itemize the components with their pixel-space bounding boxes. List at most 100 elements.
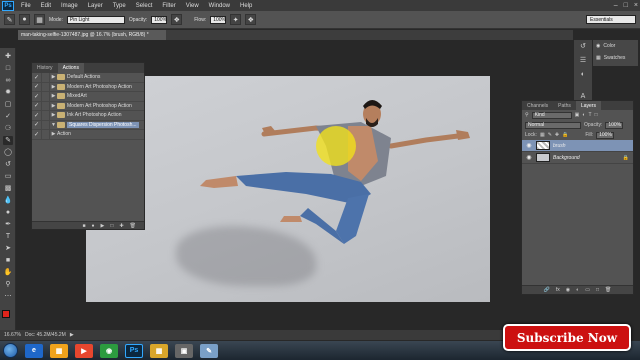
- link-layers-icon[interactable]: 🔗: [544, 287, 550, 293]
- action-set-row[interactable]: ✓ ▼ Squares Dispersion Photosh...: [32, 120, 144, 130]
- expand-triangle-icon[interactable]: ▶: [50, 131, 57, 137]
- layer-row[interactable]: ◉ brush: [522, 140, 633, 152]
- type-filter-icon[interactable]: T: [588, 112, 591, 118]
- lasso-tool-icon[interactable]: ∞: [3, 76, 13, 85]
- layer-row[interactable]: ◉ Background 🔒: [522, 152, 633, 164]
- menu-select[interactable]: Select: [131, 3, 158, 9]
- document-tab[interactable]: man-taking-selfie-1307487.jpg @ 16.7% (b…: [18, 30, 166, 40]
- checkmark-icon[interactable]: ✓: [32, 83, 41, 90]
- checkmark-icon[interactable]: ✓: [32, 102, 41, 109]
- gradient-tool-icon[interactable]: ▩: [3, 184, 13, 193]
- clone-stamp-tool-icon[interactable]: ◯: [3, 148, 13, 157]
- swatches-panel-button[interactable]: ▦ Swatches: [593, 52, 638, 64]
- subscribe-button[interactable]: Subscribe Now: [503, 324, 631, 351]
- menu-image[interactable]: Image: [56, 3, 83, 9]
- hand-tool-icon[interactable]: ✋: [3, 268, 13, 277]
- action-set-row[interactable]: ✓ ▶ Ink Art Photoshop Action: [32, 110, 144, 121]
- adjustment-layer-icon[interactable]: ◐: [576, 287, 579, 293]
- document-canvas[interactable]: [86, 76, 490, 302]
- expand-triangle-icon[interactable]: ▶: [50, 93, 57, 99]
- menu-type[interactable]: Type: [108, 3, 131, 9]
- dialog-toggle[interactable]: [41, 91, 50, 101]
- kind-filter-select[interactable]: Kind: [531, 111, 572, 119]
- status-arrow-icon[interactable]: ▶: [70, 332, 74, 338]
- checkmark-icon[interactable]: ✓: [32, 121, 41, 128]
- expand-triangle-icon[interactable]: ▶: [50, 112, 57, 118]
- eyedropper-tool-icon[interactable]: ✓: [3, 112, 13, 121]
- foreground-color-swatch[interactable]: [2, 310, 10, 318]
- new-action-icon[interactable]: ✚: [119, 223, 123, 229]
- path-select-tool-icon[interactable]: ➤: [3, 244, 13, 253]
- lock-pixels-icon[interactable]: ✎: [548, 132, 552, 138]
- brush-tool-icon[interactable]: ✎: [3, 136, 13, 145]
- dialog-toggle[interactable]: [41, 120, 50, 130]
- shape-tool-icon[interactable]: ■: [3, 256, 13, 265]
- menu-file[interactable]: File: [16, 3, 36, 9]
- delete-icon[interactable]: 🗑: [130, 223, 136, 229]
- stop-icon[interactable]: ■: [82, 223, 85, 229]
- close-icon[interactable]: ×: [634, 2, 638, 9]
- action-set-row[interactable]: ✓ ▶ Default Actions: [32, 72, 144, 83]
- folder-taskbar-icon[interactable]: ▦: [150, 343, 168, 358]
- history-panel-icon[interactable]: ↺: [578, 42, 588, 52]
- file-explorer-icon[interactable]: ▦: [50, 343, 68, 358]
- workspace-select[interactable]: Essentials: [586, 15, 636, 24]
- record-icon[interactable]: ●: [92, 223, 95, 229]
- menu-edit[interactable]: Edit: [36, 3, 56, 9]
- adjustments-panel-icon[interactable]: ◐: [578, 70, 588, 80]
- dodge-tool-icon[interactable]: ●: [3, 208, 13, 217]
- layer-opacity-field[interactable]: 100%: [605, 121, 624, 129]
- lock-all-icon[interactable]: 🔒: [562, 132, 568, 138]
- zoom-tool-icon[interactable]: ⚲: [3, 280, 13, 289]
- tab-layers[interactable]: Layers: [575, 101, 601, 110]
- dialog-toggle[interactable]: [41, 110, 50, 120]
- shape-filter-icon[interactable]: □: [595, 112, 598, 118]
- opacity-field[interactable]: 100%: [151, 15, 168, 24]
- dialog-toggle[interactable]: [41, 82, 50, 92]
- action-set-row[interactable]: ✓ ▶ Modern Art Photoshop Action: [32, 82, 144, 92]
- photoshop-taskbar-icon[interactable]: Ps: [125, 343, 143, 358]
- brush-tool-icon[interactable]: ✎: [4, 14, 15, 25]
- color-panel-button[interactable]: ◉ Color: [593, 40, 638, 52]
- ie-icon[interactable]: e: [25, 343, 43, 358]
- layer-style-icon[interactable]: fx: [556, 287, 560, 293]
- airbrush-icon[interactable]: ✦: [230, 14, 242, 25]
- eye-icon[interactable]: ◉: [525, 154, 533, 161]
- lock-transparent-icon[interactable]: ▦: [540, 132, 545, 138]
- pressure-opacity-icon[interactable]: ❖: [171, 14, 183, 25]
- dialog-toggle[interactable]: [41, 129, 50, 139]
- dialog-toggle[interactable]: [41, 101, 50, 111]
- pen-tool-icon[interactable]: ✒: [3, 220, 13, 229]
- expand-triangle-icon[interactable]: ▶: [50, 84, 57, 90]
- maximize-icon[interactable]: □: [624, 2, 628, 9]
- move-tool-icon[interactable]: ✚: [3, 52, 13, 61]
- blend-mode-select[interactable]: Normal: [525, 121, 581, 129]
- expand-triangle-icon[interactable]: ▶: [50, 74, 57, 80]
- brush-panel-icon[interactable]: ▦: [34, 14, 45, 25]
- layer-fill-field[interactable]: 100%: [596, 131, 615, 139]
- new-layer-icon[interactable]: □: [596, 287, 599, 293]
- notepad-taskbar-icon[interactable]: ✎: [200, 343, 218, 358]
- delete-layer-icon[interactable]: 🗑: [605, 287, 611, 293]
- adjustment-filter-icon[interactable]: ◐: [582, 112, 585, 118]
- expand-triangle-icon[interactable]: ▶: [50, 103, 57, 109]
- properties-panel-icon[interactable]: ☰: [578, 56, 588, 66]
- menu-view[interactable]: View: [181, 3, 204, 9]
- more-tools-icon[interactable]: ⋯: [3, 292, 13, 301]
- checkmark-icon[interactable]: ✓: [32, 74, 41, 81]
- marquee-tool-icon[interactable]: □: [3, 64, 13, 73]
- collapse-triangle-icon[interactable]: ▼: [50, 122, 57, 128]
- type-tool-icon[interactable]: T: [3, 232, 13, 241]
- mode-select[interactable]: Pin Light: [66, 15, 125, 24]
- menu-help[interactable]: Help: [235, 3, 257, 9]
- app-taskbar-icon[interactable]: ▣: [175, 343, 193, 358]
- eraser-tool-icon[interactable]: ▭: [3, 172, 13, 181]
- play-icon[interactable]: ▶: [101, 223, 105, 229]
- lock-position-icon[interactable]: ✚: [555, 132, 559, 138]
- new-set-icon[interactable]: □: [110, 223, 113, 229]
- checkmark-icon[interactable]: ✓: [32, 131, 41, 138]
- crop-tool-icon[interactable]: ▢: [3, 100, 13, 109]
- start-button[interactable]: [3, 343, 18, 358]
- tab-paths[interactable]: Paths: [553, 101, 576, 110]
- checkmark-icon[interactable]: ✓: [32, 93, 41, 100]
